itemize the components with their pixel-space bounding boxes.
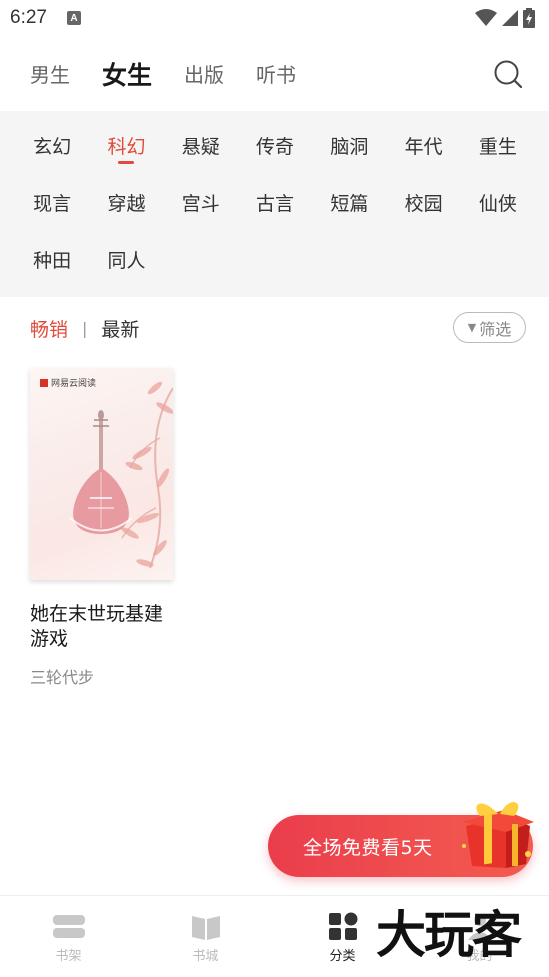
battery-icon — [523, 8, 535, 28]
genre-zhongtian[interactable]: 种田 — [15, 241, 89, 273]
tab-bookstore[interactable]: 书城 — [137, 896, 274, 977]
tab-category-label: 分类 — [329, 949, 356, 964]
tab-female[interactable]: 女生 — [102, 56, 152, 92]
signal-icon — [502, 10, 518, 26]
gift-box-icon[interactable] — [458, 796, 536, 872]
genre-tongren[interactable]: 同人 — [89, 241, 163, 273]
caret-down-icon: ▼ — [467, 321, 477, 334]
book-title[interactable]: 她在末世玩基建游戏 — [30, 602, 170, 652]
genre-row-2: 现言 穿越 宫斗 古言 短篇 校园 仙侠 — [0, 184, 549, 241]
tab-male[interactable]: 男生 — [30, 59, 70, 88]
tab-publish[interactable]: 出版 — [184, 59, 224, 88]
genre-chuanyue[interactable]: 穿越 — [89, 184, 163, 216]
genre-gongdou[interactable]: 宫斗 — [164, 184, 238, 216]
sort-bar: 畅销 | 最新 ▼ 筛选 — [0, 297, 549, 359]
genre-duanpian[interactable]: 短篇 — [312, 184, 386, 216]
status-bar: 6:27 A — [0, 0, 549, 36]
genre-chongsheng[interactable]: 重生 — [461, 127, 535, 159]
book-cover[interactable]: 网易云阅读 — [30, 368, 173, 580]
tab-audio[interactable]: 听书 — [256, 59, 296, 88]
notification-icon: A — [66, 11, 81, 25]
status-time: 6:27 — [10, 7, 47, 28]
genre-row-3: 种田 同人 — [0, 241, 549, 298]
genre-xianyan[interactable]: 现言 — [15, 184, 89, 216]
tab-bookstore-label: 书城 — [192, 949, 219, 964]
book-author: 三轮代步 — [30, 668, 95, 687]
book-icon — [191, 916, 220, 940]
genre-panel: 玄幻 科幻 悬疑 传奇 脑洞 年代 重生 现言 穿越 宫斗 古言 短篇 校园 仙… — [0, 111, 549, 297]
genre-xuanyi[interactable]: 悬疑 — [164, 127, 238, 159]
tab-bookshelf-label: 书架 — [55, 949, 82, 964]
promo-text: 全场免费看5天 — [303, 837, 433, 859]
filter-label: 筛选 — [479, 319, 512, 339]
sort-bestselling[interactable]: 畅销 — [30, 315, 68, 342]
pipa-illustration — [69, 381, 173, 569]
sort-newest[interactable]: 最新 — [101, 315, 139, 342]
genre-row-1: 玄幻 科幻 悬疑 传奇 脑洞 年代 重生 — [0, 127, 549, 184]
genre-guyan[interactable]: 古言 — [238, 184, 312, 216]
sort-divider: | — [82, 318, 88, 338]
genre-naodong[interactable]: 脑洞 — [312, 127, 386, 159]
top-nav: 男生 女生 出版 听书 — [0, 36, 549, 111]
genre-xiaoyuan[interactable]: 校园 — [386, 184, 460, 216]
search-icon[interactable] — [493, 59, 523, 89]
tab-bookshelf[interactable]: 书架 — [0, 896, 137, 977]
filter-button[interactable]: ▼ 筛选 — [453, 312, 526, 343]
category-icon — [328, 912, 357, 940]
book-list: 网易云阅读 她在末世玩基建游戏 三轮代步 — [0, 359, 549, 688]
genre-xuanhuan[interactable]: 玄幻 — [15, 127, 89, 159]
book-card[interactable]: 网易云阅读 她在末世玩基建游戏 三轮代步 — [30, 368, 175, 688]
genre-niandai[interactable]: 年代 — [386, 127, 460, 159]
bookshelf-icon — [52, 915, 85, 938]
wifi-icon — [475, 9, 497, 26]
genre-kehuan[interactable]: 科幻 — [89, 127, 163, 159]
watermark-text: 大玩客 — [376, 905, 522, 964]
genre-chuanqi[interactable]: 传奇 — [238, 127, 312, 159]
genre-xianxia[interactable]: 仙侠 — [461, 184, 535, 216]
